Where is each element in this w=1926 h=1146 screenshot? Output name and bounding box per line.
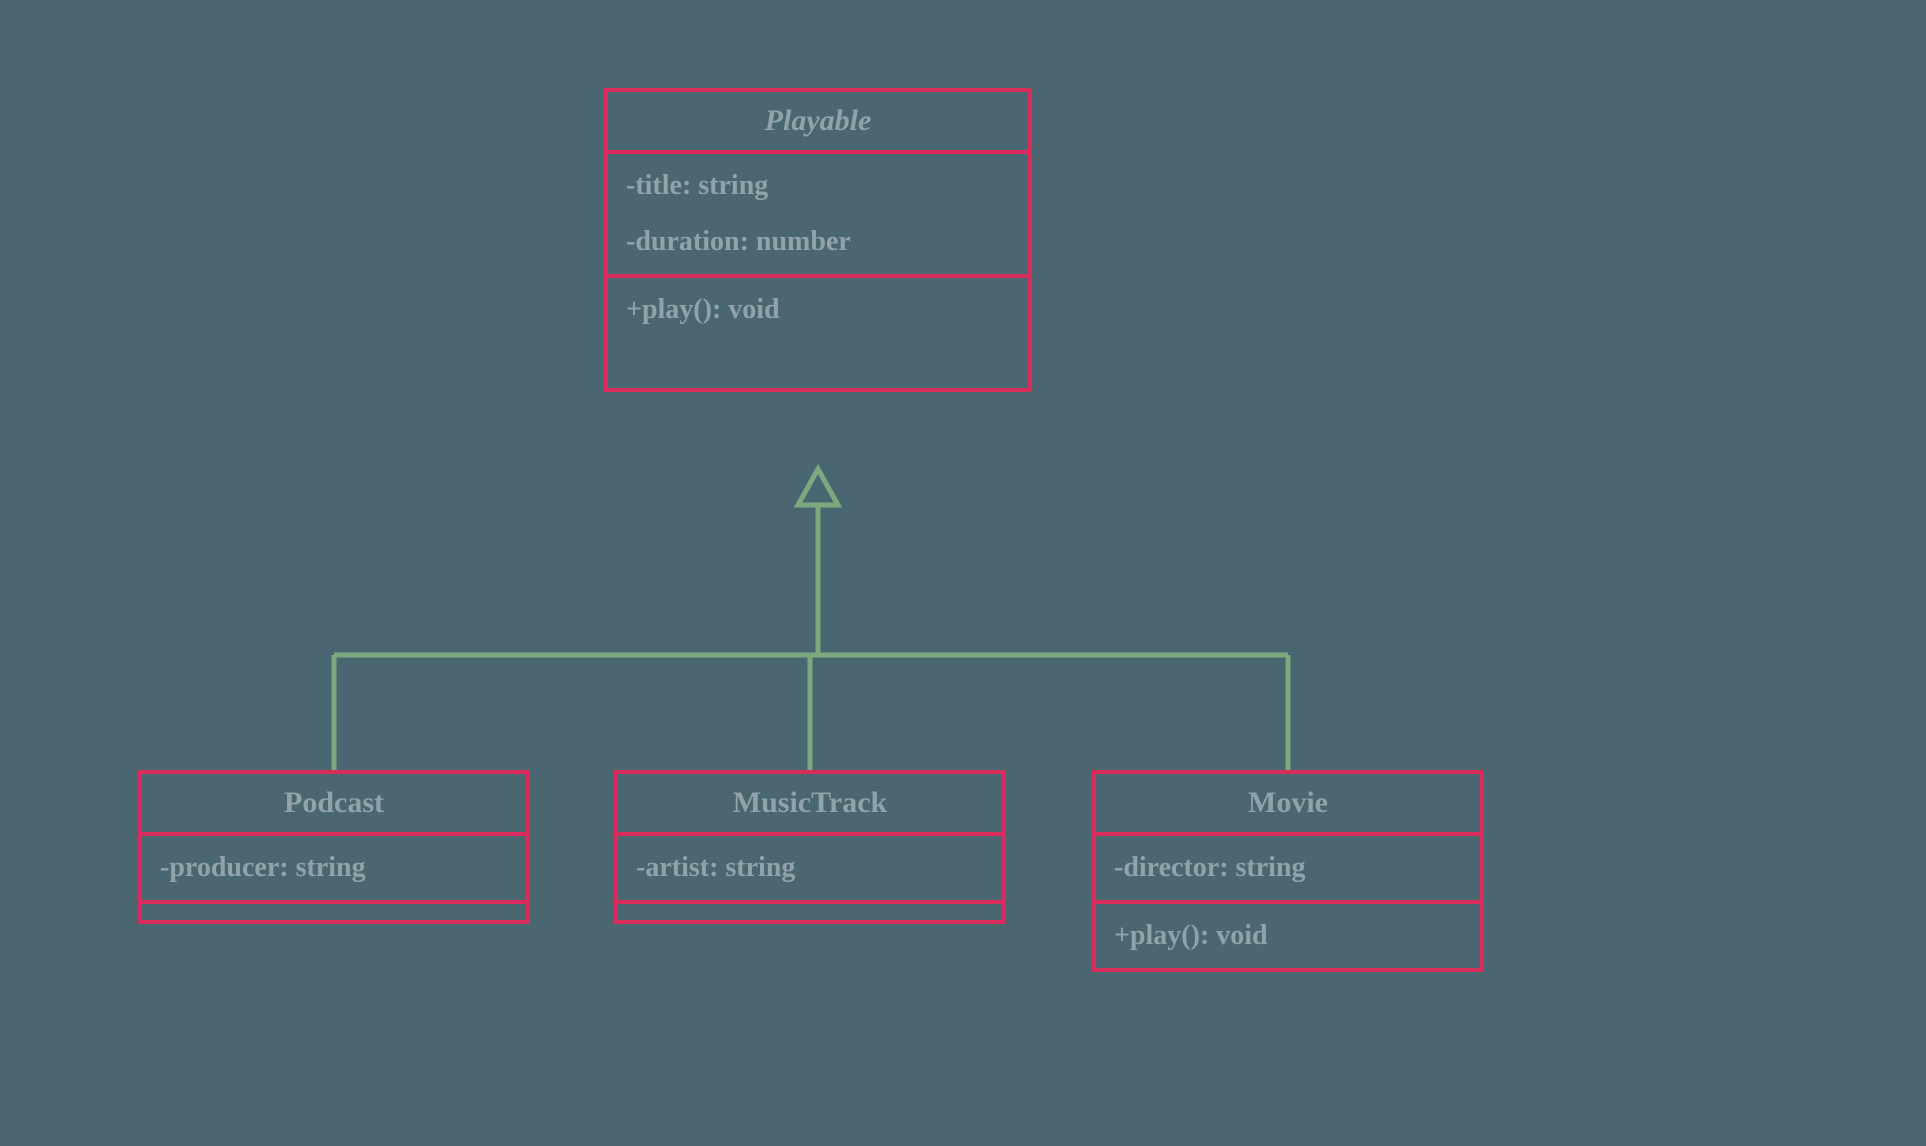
class-attribute: -duration: number: [608, 214, 1028, 270]
class-methods: [142, 904, 526, 920]
class-attribute: -title: string: [608, 158, 1028, 214]
class-attributes: -director: string: [1096, 836, 1480, 904]
class-movie: Movie-director: string +play(): void: [1092, 770, 1484, 972]
class-musictrack: MusicTrack-artist: string: [614, 770, 1006, 924]
class-attribute: -director: string: [1096, 840, 1480, 896]
class-method: +play(): void: [608, 282, 1028, 338]
class-attributes: -artist: string: [618, 836, 1002, 904]
uml-class-diagram: Playable -title: string-duration: number…: [0, 0, 1926, 1146]
class-playable: Playable -title: string-duration: number…: [604, 88, 1032, 392]
class-methods: +play(): void: [1096, 904, 1480, 968]
class-attribute: -artist: string: [618, 840, 1002, 896]
class-attribute: -producer: string: [142, 840, 526, 896]
class-podcast: Podcast-producer: string: [138, 770, 530, 924]
class-title: Playable: [608, 92, 1028, 154]
class-title: MusicTrack: [618, 774, 1002, 836]
class-title: Movie: [1096, 774, 1480, 836]
class-method: +play(): void: [1096, 908, 1480, 964]
class-methods: [618, 904, 1002, 920]
class-attributes: -title: string-duration: number: [608, 154, 1028, 278]
class-attributes: -producer: string: [142, 836, 526, 904]
class-title: Podcast: [142, 774, 526, 836]
class-methods: +play(): void: [608, 278, 1028, 388]
